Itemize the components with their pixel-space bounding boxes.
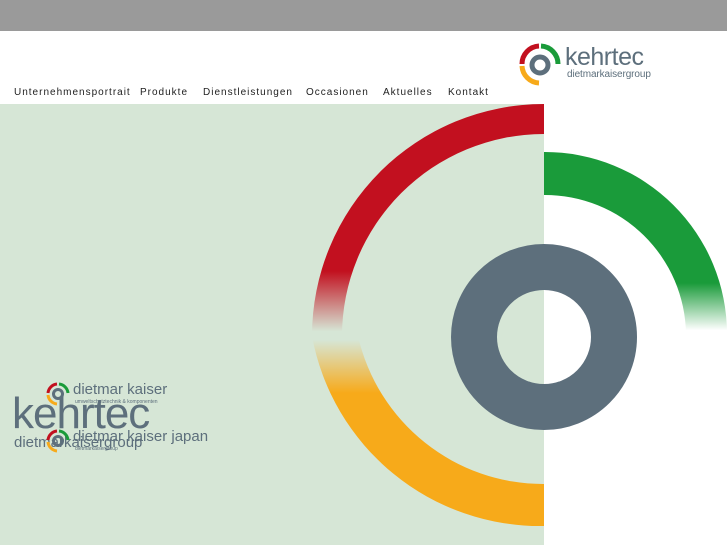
main-nav: Unternehmensportrait Produkte Dienstleis…	[0, 86, 727, 102]
top-bar	[0, 0, 727, 31]
partner-tagline: umweltschutztechnik & komponenten	[75, 399, 158, 405]
nav-occasionen[interactable]: Occasionen	[306, 86, 369, 100]
hero-stage: kehrtec dietmarkaisergroup	[0, 104, 727, 545]
partner-name: dietmar kaiser japan	[73, 428, 209, 445]
partner-dietmar-kaiser[interactable]: dietmar kaiser umweltschutztechnik & kom…	[45, 381, 195, 409]
nav-unternehmensportrait[interactable]: Unternehmensportrait	[14, 86, 131, 100]
nav-produkte[interactable]: Produkte	[140, 86, 188, 100]
partner-name: dietmar kaiser	[73, 381, 168, 398]
nav-dienstleistungen[interactable]: Dienstleistungen	[203, 86, 293, 100]
partner-tagline: dietmarkaisergroup	[75, 446, 118, 452]
dietmar-kaiser-japan-ring-logo-icon	[46, 429, 70, 453]
nav-aktuelles[interactable]: Aktuelles	[383, 86, 433, 100]
dietmar-kaiser-ring-logo-icon	[46, 382, 70, 406]
kehrtec-logo[interactable]: kehrtec dietmarkaisergroup	[517, 42, 657, 88]
nav-kontakt[interactable]: Kontakt	[448, 86, 489, 100]
kehrtec-ring-logo-icon	[519, 43, 561, 86]
logo-brand-text: kehrtec	[565, 43, 644, 71]
partner-dietmar-kaiser-japan[interactable]: dietmar kaiser japan dietmarkaisergroup	[45, 428, 220, 456]
hero-rings-graphic	[312, 104, 727, 527]
logo-sub-text: dietmarkaisergroup	[567, 69, 651, 80]
